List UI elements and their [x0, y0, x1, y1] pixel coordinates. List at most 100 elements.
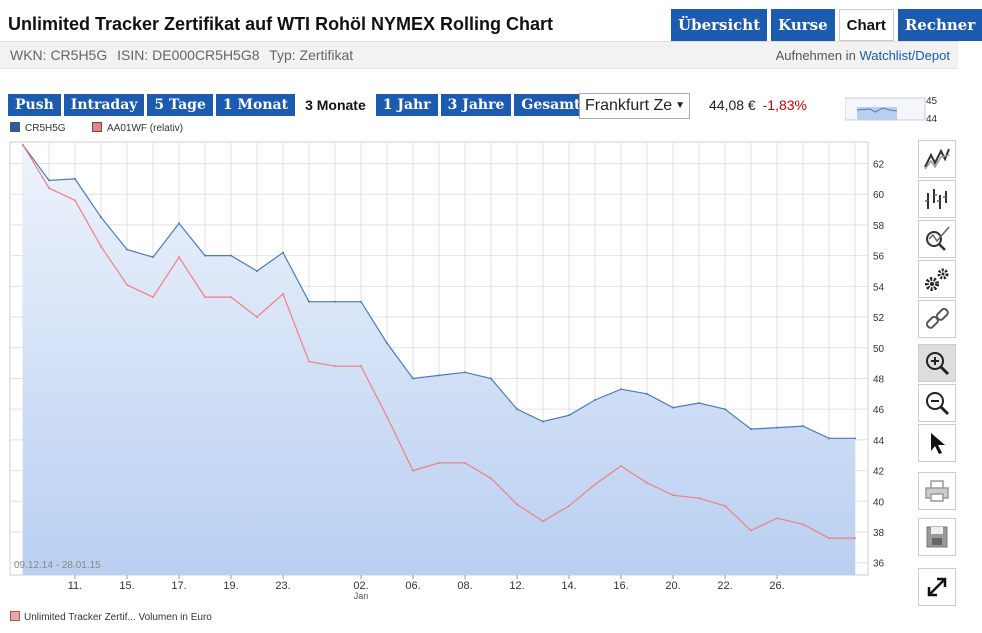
x-tick-label: 16. — [613, 580, 628, 592]
data-point-aa01wf — [828, 537, 830, 540]
range-5-tage-button[interactable]: 5 Tage — [147, 94, 213, 116]
legend-item-aa01wf[interactable]: AA01WF (relativ) — [92, 122, 183, 134]
range-intraday-button[interactable]: Intraday — [63, 94, 145, 116]
watchlist-prefix: Aufnehmen in — [775, 48, 856, 63]
data-point-cr5h5g — [568, 414, 570, 417]
fullscreen-button[interactable] — [918, 568, 956, 606]
zoom-out-icon — [926, 392, 950, 416]
data-point-aa01wf — [776, 517, 778, 520]
data-point-aa01wf — [126, 283, 128, 286]
data-point-aa01wf — [334, 365, 336, 368]
sparkline-thumbnail[interactable]: 45 44 — [845, 95, 960, 125]
data-point-cr5h5g — [516, 408, 518, 411]
quote: 44,08 € -1,83% — [709, 97, 807, 113]
data-point-aa01wf — [568, 504, 570, 507]
indicator-button[interactable] — [918, 220, 956, 258]
tab-chart[interactable]: Chart — [838, 9, 894, 41]
data-point-cr5h5g — [308, 300, 310, 303]
data-point-aa01wf — [646, 481, 648, 484]
wkn-label: WKN: CR5H5G — [10, 47, 108, 63]
x-tick-label: 23. — [275, 580, 290, 592]
link-icon — [925, 307, 949, 329]
x-tick-label: 15. — [119, 580, 134, 592]
pointer-icon — [931, 433, 945, 454]
data-point-aa01wf — [412, 469, 414, 472]
zoom-out-button[interactable] — [918, 384, 956, 422]
ohlc-chart-button[interactable] — [918, 180, 956, 218]
data-point-cr5h5g — [360, 300, 362, 303]
data-point-aa01wf — [178, 256, 180, 259]
range-selector: Push Intraday 5 Tage 1 Monat 3 Monate 1 … — [8, 94, 588, 116]
y-tick-label: 54 — [873, 282, 885, 293]
isin-label: ISIN: DE000CR5H5G8 — [117, 47, 260, 63]
tab-rechner[interactable]: Rechner — [897, 9, 982, 41]
print-icon — [925, 480, 949, 502]
volume-legend: Unlimited Tracker Zertif... Volumen in E… — [10, 611, 212, 623]
x-axis-labels: 11. 15. 17. 19. 23. 02. 06. 08. 12. 14. 16. 20. 22. 2… — [68, 575, 785, 601]
data-point-cr5h5g — [828, 437, 830, 440]
data-point-aa01wf — [620, 464, 622, 467]
data-point-aa01wf — [854, 537, 856, 540]
y-tick-label: 36 — [873, 559, 885, 570]
watchlist-link[interactable]: Watchlist/Depot — [859, 48, 950, 63]
data-point-aa01wf — [724, 504, 726, 507]
data-point-aa01wf — [230, 296, 232, 299]
y-tick-label: 56 — [873, 252, 885, 263]
data-point-cr5h5g — [282, 251, 284, 254]
exchange-select[interactable]: Frankfurt Ze ▼ — [579, 93, 690, 119]
price-chart[interactable]: 36 38 40 42 44 46 48 50 52 54 56 58 60 62 11. 15. 17. 19… — [0, 135, 905, 605]
data-point-aa01wf — [22, 144, 24, 147]
x-tick-label: 20. — [665, 580, 680, 592]
tab-kurse[interactable]: Kurse — [771, 9, 835, 41]
data-point-cr5h5g — [750, 428, 752, 431]
x-month-label: Jan — [354, 591, 369, 601]
data-point-aa01wf — [204, 296, 206, 299]
x-tick-label: 26. — [769, 580, 784, 592]
data-point-aa01wf — [256, 316, 258, 319]
settings-icon — [925, 268, 949, 291]
legend-swatch-blue — [10, 122, 20, 132]
watchlist-add: Aufnehmen in Watchlist/Depot — [776, 48, 950, 63]
range-gesamt-button[interactable]: Gesamt — [514, 94, 588, 116]
dropdown-arrow-icon: ▼ — [675, 100, 685, 111]
save-button[interactable] — [918, 518, 956, 556]
y-tick-label: 42 — [873, 467, 885, 478]
data-point-cr5h5g — [594, 398, 596, 401]
exchange-value: Frankfurt Ze — [585, 97, 673, 114]
legend-label-cr5h5g: CR5H5G — [25, 123, 66, 134]
data-point-aa01wf — [516, 503, 518, 506]
data-point-aa01wf — [802, 523, 804, 526]
line-chart-button[interactable] — [918, 140, 956, 178]
data-point-aa01wf — [386, 415, 388, 418]
range-push-button[interactable]: Push — [8, 94, 61, 116]
y-tick-label: 46 — [873, 405, 885, 416]
data-point-aa01wf — [152, 296, 154, 299]
range-3-jahre-button[interactable]: 3 Jahre — [440, 94, 512, 116]
y-tick-label: 52 — [873, 313, 885, 324]
link-button[interactable] — [918, 300, 956, 338]
tab-uebersicht[interactable]: Übersicht — [671, 9, 768, 41]
y-tick-label: 40 — [873, 497, 885, 508]
y-tick-label: 50 — [873, 344, 885, 355]
data-point-cr5h5g — [464, 371, 466, 374]
y-tick-label: 38 — [873, 528, 885, 539]
data-point-cr5h5g — [204, 254, 206, 257]
y-tick-label: 44 — [873, 436, 885, 447]
pointer-button[interactable] — [918, 424, 956, 462]
zoom-in-button[interactable] — [918, 344, 956, 382]
data-point-cr5h5g — [646, 392, 648, 395]
legend-item-cr5h5g[interactable]: CR5H5G — [10, 122, 66, 134]
y-tick-label: 62 — [873, 159, 885, 170]
range-1-jahr-button[interactable]: 1 Jahr — [375, 94, 438, 116]
print-button[interactable] — [918, 472, 956, 510]
settings-button[interactable] — [918, 260, 956, 298]
data-point-cr5h5g — [490, 377, 492, 380]
range-3-monate-button[interactable]: 3 Monate — [298, 94, 373, 116]
nav-tabs: Übersicht Kurse Chart Rechner — [671, 9, 982, 41]
data-point-aa01wf — [750, 529, 752, 532]
range-1-monat-button[interactable]: 1 Monat — [215, 94, 296, 116]
indicator-icon — [926, 226, 950, 251]
type-label: Typ: Zertifikat — [269, 47, 354, 63]
data-point-cr5h5g — [620, 388, 622, 391]
spark-label-bottom: 44 — [926, 114, 938, 125]
